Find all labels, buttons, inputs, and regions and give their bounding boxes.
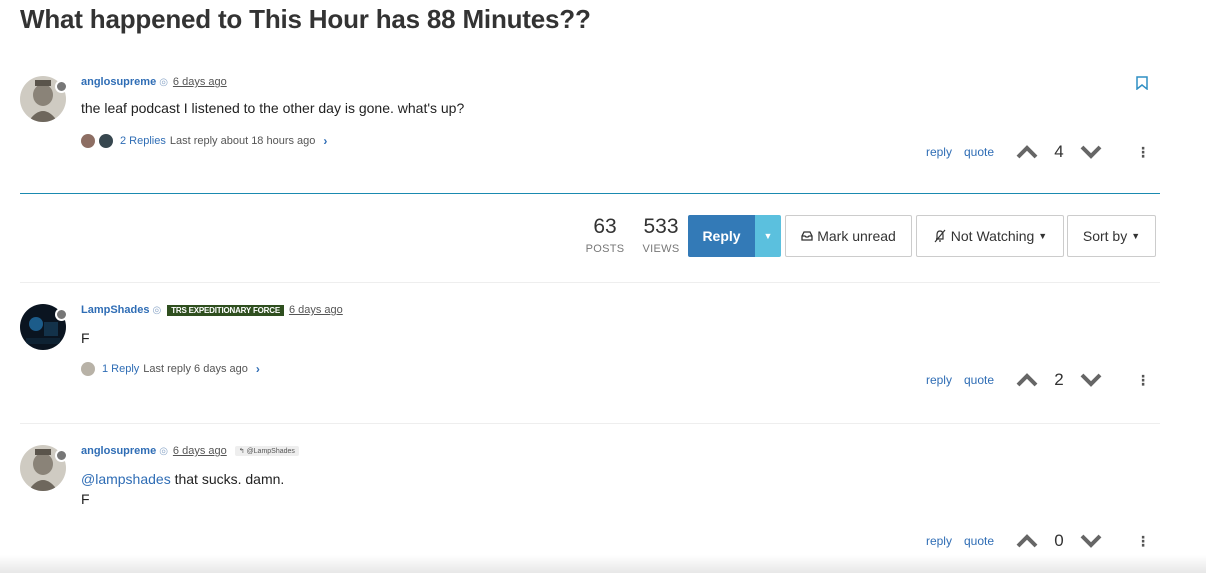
posts-stat: 63 POSTS xyxy=(584,215,626,255)
watching-label: Not Watching xyxy=(950,228,1035,244)
topic-toolbar: 63 POSTS 533 VIEWS Reply ▼ Mark unread N… xyxy=(0,215,1206,257)
caret-down-icon: ▼ xyxy=(1131,231,1141,241)
post-content: the leaf podcast I listened to the other… xyxy=(81,100,465,116)
reply-link[interactable]: reply xyxy=(926,534,952,548)
views-label: VIEWS xyxy=(642,243,680,255)
group-badge[interactable]: TRS EXPEDITIONARY FORCE xyxy=(167,304,284,316)
post-actions: reply quote 4 ⋮ xyxy=(914,142,1160,162)
reply-button[interactable]: Reply xyxy=(688,215,755,257)
post-text: that sucks. damn. xyxy=(170,471,285,487)
replies-count[interactable]: 1 Reply xyxy=(102,363,139,375)
mark-unread-button[interactable]: Mark unread xyxy=(785,215,912,257)
quote-link[interactable]: quote xyxy=(964,373,994,387)
vote-count: 2 xyxy=(1054,370,1064,389)
post-actions: reply quote 0 ⋮ xyxy=(914,531,1160,551)
reply-link[interactable]: reply xyxy=(926,373,952,387)
upvote-icon[interactable] xyxy=(1016,145,1038,159)
post-3: anglosupreme ◎ 6 days ago ↰ @LampShades … xyxy=(20,445,1160,557)
reply-to-label: @LampShades xyxy=(246,448,295,455)
status-dot xyxy=(55,308,68,321)
more-options-icon[interactable]: ⋮ xyxy=(1136,144,1150,161)
reply-avatar xyxy=(81,134,95,148)
eye-icon: ◎ xyxy=(159,76,168,88)
topic-title: What happened to This Hour has 88 Minute… xyxy=(20,4,591,34)
downvote-icon[interactable] xyxy=(1080,534,1102,548)
divider xyxy=(20,193,1160,194)
post-1: anglosupreme ◎ 6 days ago the leaf podca… xyxy=(20,76,1160,168)
downvote-icon[interactable] xyxy=(1080,373,1102,387)
post-2: LampShades ◎ TRS EXPEDITIONARY FORCE 6 d… xyxy=(20,304,1160,396)
post-timestamp[interactable]: 6 days ago xyxy=(173,445,227,457)
post-timestamp[interactable]: 6 days ago xyxy=(289,304,343,316)
watching-dropdown-button[interactable]: Not Watching ▼ xyxy=(916,215,1064,257)
last-reply-text: Last reply about 18 hours ago xyxy=(169,135,316,147)
mark-unread-label: Mark unread xyxy=(817,228,896,244)
divider xyxy=(20,282,1160,283)
caret-down-icon: ▼ xyxy=(1038,231,1048,241)
vote-count: 0 xyxy=(1054,531,1064,550)
quote-link[interactable]: quote xyxy=(964,145,994,159)
status-dot xyxy=(55,80,68,93)
status-dot xyxy=(55,449,68,462)
reply-avatar xyxy=(99,134,113,148)
quote-link[interactable]: quote xyxy=(964,534,994,548)
reply-dropdown-button[interactable]: ▼ xyxy=(755,215,781,257)
inbox-icon xyxy=(801,231,813,241)
post-author[interactable]: anglosupreme xyxy=(81,445,156,457)
bookmark-icon[interactable] xyxy=(1136,76,1148,95)
chevron-right-icon: › xyxy=(255,362,260,376)
bell-slash-icon xyxy=(934,229,946,243)
post-author[interactable]: LampShades xyxy=(81,304,149,316)
upvote-icon[interactable] xyxy=(1016,373,1038,387)
vote-count: 4 xyxy=(1054,142,1064,161)
more-options-icon[interactable]: ⋮ xyxy=(1136,533,1150,550)
eye-icon: ◎ xyxy=(159,445,168,457)
eye-icon: ◎ xyxy=(152,304,162,316)
bottom-shadow xyxy=(0,555,1206,573)
post-content: F xyxy=(81,330,90,346)
downvote-icon[interactable] xyxy=(1080,145,1102,159)
post-text-line2: F xyxy=(81,491,90,507)
chevron-right-icon: › xyxy=(323,134,328,148)
sort-label: Sort by xyxy=(1082,228,1128,244)
reply-to-badge[interactable]: ↰ @LampShades xyxy=(234,446,299,456)
post-actions: reply quote 2 ⋮ xyxy=(914,370,1160,390)
reply-avatar xyxy=(81,362,95,376)
last-reply-text: Last reply 6 days ago xyxy=(143,363,248,375)
user-mention[interactable]: @lampshades xyxy=(81,471,171,487)
replies-summary[interactable]: 1 Reply Last reply 6 days ago › xyxy=(81,362,260,376)
views-count: 533 xyxy=(643,215,679,238)
post-content: @lampshades that sucks. damn. F xyxy=(81,469,284,509)
replies-count[interactable]: 2 Replies xyxy=(120,135,166,147)
more-options-icon[interactable]: ⋮ xyxy=(1136,372,1150,389)
post-timestamp[interactable]: 6 days ago xyxy=(173,76,227,88)
reply-arrow-icon: ↰ xyxy=(238,448,247,455)
divider xyxy=(20,423,1160,424)
views-stat: 533 VIEWS xyxy=(640,215,682,255)
post-author[interactable]: anglosupreme xyxy=(81,76,156,88)
caret-down-icon: ▼ xyxy=(763,231,773,241)
replies-summary[interactable]: 2 Replies Last reply about 18 hours ago … xyxy=(81,134,327,148)
sort-dropdown-button[interactable]: Sort by ▼ xyxy=(1067,215,1156,257)
posts-count: 63 xyxy=(593,215,617,238)
upvote-icon[interactable] xyxy=(1016,534,1038,548)
posts-label: POSTS xyxy=(585,243,625,255)
reply-link[interactable]: reply xyxy=(926,145,952,159)
